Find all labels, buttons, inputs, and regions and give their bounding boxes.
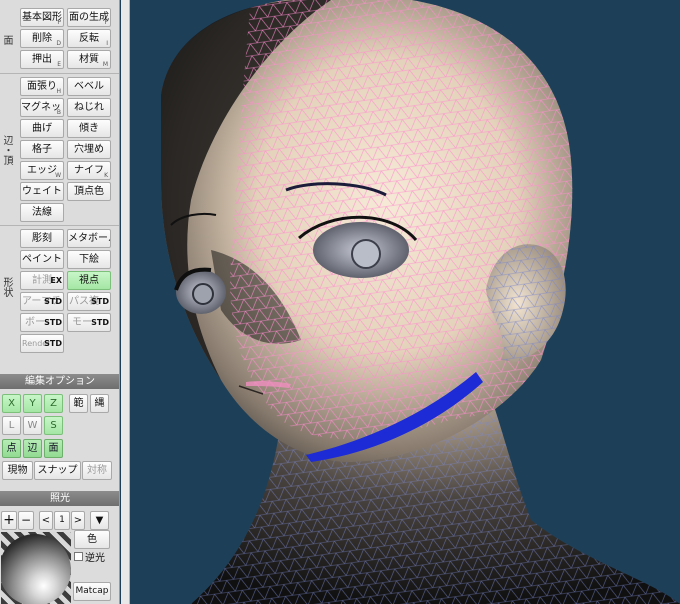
sculpt-button[interactable]: 彫刻 (20, 229, 64, 248)
symmetry-button[interactable]: 対称 (82, 461, 112, 480)
armature-button[interactable]: アーマチ STD (20, 292, 64, 311)
group-label-edge-vertex: 辺・頂 (1, 135, 12, 165)
add-light-button[interactable]: + (1, 511, 17, 530)
knife-button[interactable]: ナイフ K (67, 161, 111, 180)
vertex-color-button[interactable]: 頂点色 (67, 182, 111, 201)
edge-button[interactable]: エッジ W (20, 161, 64, 180)
material-button[interactable]: 材質 M (67, 50, 111, 69)
divider (0, 73, 119, 74)
select-edge-toggle[interactable]: 辺 (23, 439, 42, 458)
panel-scrollbar[interactable] (121, 0, 130, 604)
viewpoint-button[interactable]: 視点 (67, 271, 111, 290)
remove-light-button[interactable]: − (18, 511, 34, 530)
next-light-button[interactable]: > (71, 511, 85, 530)
lattice-button[interactable]: 格子 (20, 140, 64, 159)
coord-world-toggle[interactable]: W (23, 416, 42, 435)
metaball-button[interactable]: メタボール (67, 229, 111, 248)
light-dropdown-button[interactable]: ▼ (90, 511, 109, 530)
backlight-checkbox[interactable] (74, 552, 83, 561)
range-button[interactable]: 範 (69, 394, 88, 413)
divider (0, 225, 119, 226)
render-button[interactable]: Render STD (20, 334, 64, 353)
snap-button[interactable]: スナップ (34, 461, 81, 480)
edit-options-header[interactable]: 編集オプション (0, 374, 119, 389)
magnet-button[interactable]: マグネットB (20, 98, 64, 117)
current-object-button[interactable]: 現物 (2, 461, 33, 480)
matcap-button[interactable]: Matcap (73, 582, 111, 601)
weight-button[interactable]: ウェイト (20, 182, 64, 201)
normal-button[interactable]: 法線 (20, 203, 64, 222)
light-sphere-preview[interactable] (1, 532, 71, 604)
primitive-button[interactable]: 基本図形 P (20, 8, 64, 27)
bone-button[interactable]: ボー STD (20, 313, 64, 332)
axis-y-toggle[interactable]: Y (23, 394, 42, 413)
face-generate-button[interactable]: 面の生成 F (67, 8, 111, 27)
light-sphere (1, 534, 71, 604)
light-index: 1 (54, 511, 70, 530)
path-copy-button[interactable]: パス複 STD (67, 292, 111, 311)
lighting-header[interactable]: 照光 (0, 491, 119, 506)
backlight-label: 逆光 (85, 553, 105, 564)
tilt-button[interactable]: 傾き (67, 119, 111, 138)
prev-light-button[interactable]: < (39, 511, 53, 530)
hole-fill-button[interactable]: 穴埋め (67, 140, 111, 159)
group-label-shape: 形状 (1, 277, 12, 297)
select-face-toggle[interactable]: 面 (44, 439, 63, 458)
underlay-button[interactable]: 下絵 (67, 250, 111, 269)
3d-viewport[interactable] (131, 0, 680, 604)
paint-button[interactable]: ペイント (20, 250, 64, 269)
measure-button[interactable]: 計測 EX (20, 271, 64, 290)
face-fill-button[interactable]: 面張り H (20, 77, 64, 96)
light-color-button[interactable]: 色 (74, 530, 110, 549)
tool-panel: 面 基本図形 P 面の生成 F 削除 D 反転 I 押出 E 材質 M 辺・頂 面張り H ベ… (0, 0, 120, 604)
lasso-button[interactable]: 縄 (90, 394, 109, 413)
selected-wireframe (230, 0, 573, 439)
bevel-button[interactable]: ベベル (67, 77, 111, 96)
axis-z-toggle[interactable]: Z (44, 394, 63, 413)
head-model-render[interactable] (131, 0, 680, 604)
twist-button[interactable]: ねじれ (67, 98, 111, 117)
coord-screen-toggle[interactable]: S (44, 416, 63, 435)
extrude-button[interactable]: 押出 E (20, 50, 64, 69)
axis-x-toggle[interactable]: X (2, 394, 21, 413)
flip-button[interactable]: 反転 I (67, 29, 111, 48)
group-label-face: 面 (1, 35, 12, 45)
coord-local-toggle[interactable]: L (2, 416, 21, 435)
morph-button[interactable]: モー STD (67, 313, 111, 332)
bend-button[interactable]: 曲げ (20, 119, 64, 138)
select-point-toggle[interactable]: 点 (2, 439, 21, 458)
delete-button[interactable]: 削除 D (20, 29, 64, 48)
